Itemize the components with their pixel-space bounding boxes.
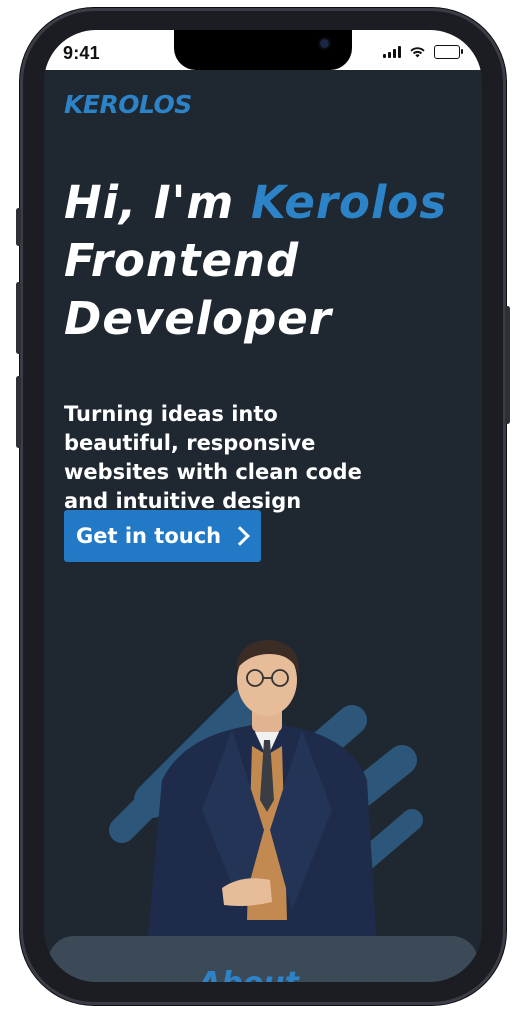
status-time: 9:41 (63, 43, 100, 63)
hero-title: Hi, I'm Kerolos Frontend Developer (64, 174, 447, 348)
chevron-right-icon (230, 526, 251, 546)
person-figure (147, 640, 377, 946)
about-section: About Me (48, 936, 478, 982)
hero-name: Kerolos (250, 176, 448, 229)
hero-tagline: Turning ideas into beautiful, responsive… (64, 402, 362, 513)
get-in-touch-label: Get in touch (76, 524, 222, 548)
cellular-signal-icon (383, 46, 401, 58)
wifi-icon (410, 47, 425, 58)
hero-role-line1: Frontend (64, 234, 300, 287)
status-bar: 9:41 (44, 30, 482, 70)
camera-icon (320, 39, 329, 48)
hero-greeting: Hi, I'm (64, 176, 251, 229)
notch (174, 30, 352, 70)
status-icons (383, 45, 463, 59)
volume-down-button (16, 376, 21, 448)
profile-portrait (109, 640, 423, 946)
phone-screen: 9:41 KEROLOS Hi, I'm Kerolos Frontend Deve… (44, 30, 482, 982)
get-in-touch-button[interactable]: Get in touch (64, 510, 262, 562)
volume-up-button (16, 282, 21, 354)
power-button (505, 306, 510, 424)
battery-icon (434, 45, 463, 59)
hero-role-line2: Developer (64, 292, 332, 345)
about-title: About Me (198, 966, 358, 982)
silent-switch (16, 208, 21, 246)
page-content: KEROLOS Hi, I'm Kerolos Frontend Developer… (44, 70, 482, 982)
about-title-accent: About (198, 966, 299, 982)
site-logo[interactable]: KEROLOS (64, 90, 192, 119)
